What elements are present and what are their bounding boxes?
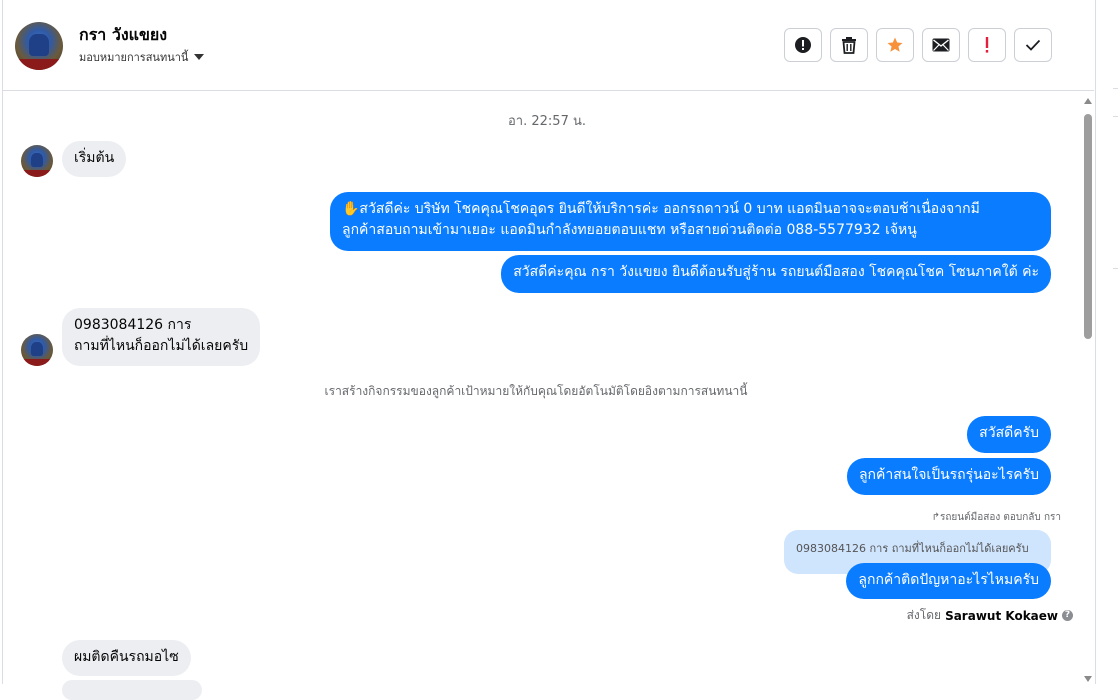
incoming-message-partial[interactable] (62, 680, 202, 700)
message-timestamp: อา. 22:57 น. (508, 114, 586, 129)
star-button[interactable] (876, 28, 914, 62)
message-line: ✋สวัสดีค่ะ บริษัท โชคคุณโชคอุดร ยินดีให้… (342, 201, 980, 217)
outgoing-message[interactable]: ✋สวัสดีค่ะ บริษัท โชคคุณโชคอุดร ยินดีให้… (330, 192, 1051, 251)
done-button[interactable] (1014, 28, 1052, 62)
important-button[interactable] (968, 28, 1006, 62)
trash-icon (842, 37, 856, 54)
alert-circle-icon (795, 37, 811, 53)
scroll-down-arrow-icon[interactable] (1084, 676, 1092, 682)
reply-indicator: ↱รถยนต์มือสอง ตอบกลับ กรา (931, 512, 1061, 523)
sent-by-label: ส่งโดย Sarawut Kokaew ? (907, 606, 1073, 625)
email-button[interactable] (922, 28, 960, 62)
sent-by-prefix: ส่งโดย (906, 608, 942, 622)
caret-down-icon (194, 54, 205, 60)
action-toolbar (784, 28, 1052, 62)
scroll-up-arrow-icon[interactable] (1084, 98, 1092, 104)
incoming-message[interactable]: เริ่มต้น (62, 141, 127, 177)
system-note: เราสร้างกิจกรรมของลูกค้าเป้าหมายให้กับคุ… (324, 384, 748, 398)
message-line: ลูกค้าสอบถามเข้ามาเยอะ แอดมินกำลังทยอยตอ… (342, 222, 917, 238)
check-icon (1025, 39, 1041, 51)
incoming-message[interactable]: ผมติดคืนรถมอไซ (62, 640, 191, 676)
contact-avatar[interactable] (15, 22, 63, 70)
outgoing-message[interactable]: ลูกค้าสนใจเป็นรถรุ่นอะไรครับ (846, 458, 1051, 495)
contact-avatar-small[interactable] (21, 334, 53, 366)
outgoing-message[interactable]: สวัสดีค่ะคุณ กรา วังแขยง ยินดีต้อนรับสู่… (501, 255, 1051, 293)
envelope-icon (932, 38, 950, 52)
message-line: ถามที่ไหนก็ออกไม่ได้เลยครับ (74, 338, 249, 354)
contact-avatar-small[interactable] (21, 145, 53, 177)
message-line: 0983084126 การ (74, 317, 192, 333)
outgoing-message[interactable]: ลูกกค้าติดปัญหาอะไรไหมครับ (846, 563, 1051, 599)
mark-spam-button[interactable] (784, 28, 822, 62)
scrollbar-thumb[interactable] (1084, 114, 1092, 339)
conversation-header: กรา วังแขยง มอบหมายการสนทนานี้ (3, 0, 1094, 91)
assign-conversation-dropdown[interactable]: มอบหมายการสนทนานี้ (79, 48, 205, 66)
exclamation-icon (985, 37, 989, 53)
star-icon (887, 37, 903, 52)
right-panel-edge (1097, 0, 1118, 684)
help-icon[interactable]: ? (1062, 610, 1073, 621)
delete-button[interactable] (830, 28, 868, 62)
contact-name[interactable]: กรา วังแขยง (79, 23, 167, 48)
outgoing-message[interactable]: สวัสดีครับ (967, 416, 1051, 453)
sender-name: Sarawut Kokaew (945, 608, 1058, 623)
incoming-message[interactable]: 0983084126 การ ถามที่ไหนก็ออกไม่ได้เลยคร… (62, 308, 261, 366)
message-scrollbar[interactable] (1082, 94, 1094, 684)
assign-label: มอบหมายการสนทนานี้ (79, 51, 189, 64)
